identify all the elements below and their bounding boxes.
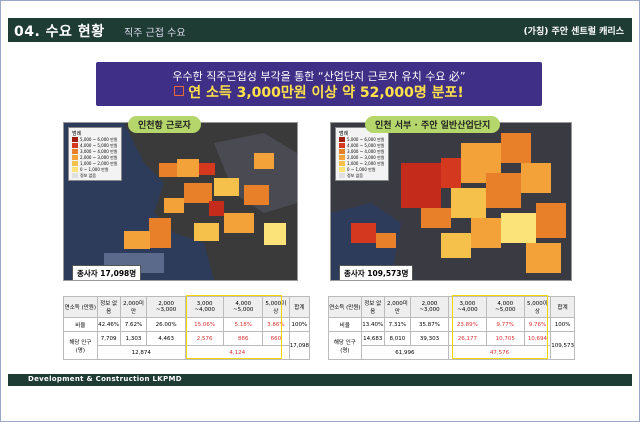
- legend-title: 범례: [72, 131, 82, 137]
- summary-banner: 우수한 직주근접성 부각을 통한 “산업단지 근로자 유치 수요 必” 연 소득…: [96, 62, 542, 106]
- page-subtitle: 직주 근접 수요: [124, 28, 186, 39]
- right-highlight-box: [452, 295, 548, 359]
- left-map: 범례 5,000 ~ 6,000 만원 4,000 ~ 5,000 만원 3,0…: [63, 122, 298, 281]
- page-title: 04. 수요 현황: [14, 24, 105, 40]
- left-map-legend: 범례 5,000 ~ 6,000 만원 4,000 ~ 5,000 만원 3,0…: [68, 127, 122, 181]
- banner-line2-text: 연 소득 3,000만원 이상 약 52,000명 분포!: [188, 85, 464, 101]
- legend-item: 정보 없음: [339, 173, 385, 179]
- footer-text: Development & Construction LKPMD: [28, 375, 182, 383]
- legend-title: 범례: [339, 131, 349, 137]
- right-worker-count: 종사자 109,573명: [339, 265, 414, 280]
- left-highlight-box: [186, 295, 282, 359]
- title-bar: 04. 수요 현황 직주 근접 수요 (가칭) 주안 센트럴 캐리스: [8, 18, 632, 42]
- banner-line2: 연 소득 3,000만원 이상 약 52,000명 분포!: [96, 82, 542, 102]
- footer-bar: Development & Construction LKPMD: [8, 374, 632, 386]
- left-worker-count: 종사자 17,098명: [72, 265, 142, 280]
- project-name: (가칭) 주안 센트럴 캐리스: [523, 27, 624, 37]
- legend-item: 정보 없음: [72, 173, 118, 179]
- right-map-label: 인천 서부 · 주안 일반산업단지: [365, 116, 501, 133]
- right-map: 범례 5,000 ~ 6,000 만원 4,000 ~ 5,000 만원 3,0…: [330, 122, 572, 281]
- right-map-legend: 범례 5,000 ~ 6,000 만원 4,000 ~ 5,000 만원 3,0…: [335, 127, 389, 181]
- left-map-label: 인천항 근로자: [128, 116, 201, 133]
- checkbox-icon: [174, 86, 185, 96]
